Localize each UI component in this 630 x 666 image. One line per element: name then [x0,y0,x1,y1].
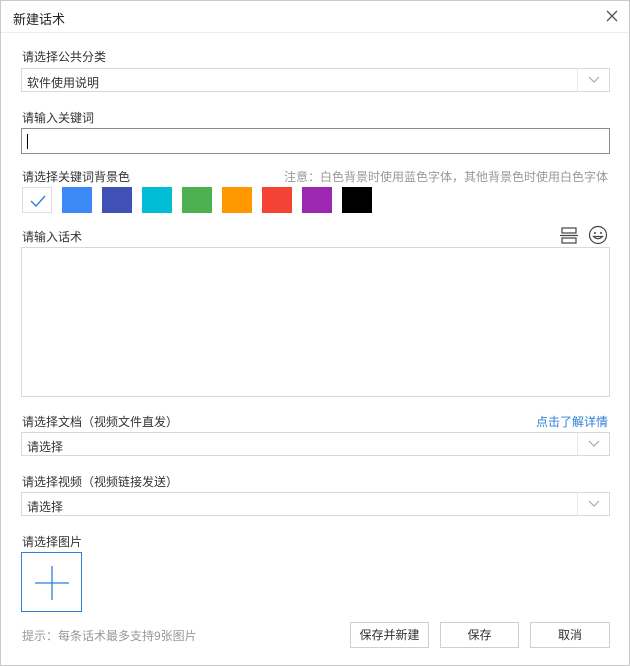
bg-color-label: 请选择关键词背景色 [22,170,131,184]
category-selected-value: 软件使用说明 [27,76,100,90]
chevron-down-icon[interactable] [577,69,609,91]
chevron-down-icon[interactable] [577,433,609,455]
keyword-input[interactable] [21,128,610,154]
learn-more-link[interactable]: 点击了解详情 [536,413,608,430]
video-selected-value: 请选择 [27,500,64,514]
image-hint: 提示：每条话术最多支持9张图片 [22,629,197,643]
color-swatch-cyan[interactable] [142,187,172,213]
save-and-new-button[interactable]: 保存并新建 [350,622,429,648]
dialog-title: 新建话术 [13,12,66,27]
video-label: 请选择视频（视频链接发送） [22,475,179,489]
plus-icon [35,566,69,600]
new-script-dialog: 新建话术 请选择公共分类 软件使用说明 请输入关键词 请选择关键词背景色 注意：… [0,0,630,666]
script-textarea[interactable] [21,247,610,397]
bg-color-note: 注意：白色背景时使用蓝色字体，其他背景色时使用白色字体 [283,170,608,184]
document-select[interactable]: 请选择 [21,432,610,456]
add-image-button[interactable] [21,552,82,612]
color-swatch-blue[interactable] [62,187,92,213]
save-button[interactable]: 保存 [440,622,519,648]
color-swatch-red[interactable] [262,187,292,213]
script-label: 请输入话术 [22,230,83,244]
chevron-down-icon[interactable] [577,493,609,515]
document-selected-value: 请选择 [27,440,64,454]
category-select[interactable]: 软件使用说明 [21,68,610,92]
category-label: 请选择公共分类 [22,50,107,64]
text-caret [27,134,28,149]
color-swatch-green[interactable] [182,187,212,213]
image-label: 请选择图片 [22,535,83,549]
video-select[interactable]: 请选择 [21,492,610,516]
document-label: 请选择文档（视频文件直发） [22,415,179,429]
emoji-icon[interactable] [588,225,608,245]
color-swatch-purple[interactable] [302,187,332,213]
keyword-label: 请输入关键词 [22,111,95,125]
cancel-button[interactable]: 取消 [530,622,610,648]
title-bar: 新建话术 [1,1,629,33]
color-swatch-black[interactable] [342,187,372,213]
color-swatch-indigo[interactable] [102,187,132,213]
close-icon[interactable] [603,7,621,25]
color-swatch-orange[interactable] [222,187,252,213]
color-swatch-white[interactable] [22,187,52,213]
insert-divider-icon[interactable] [559,225,579,245]
